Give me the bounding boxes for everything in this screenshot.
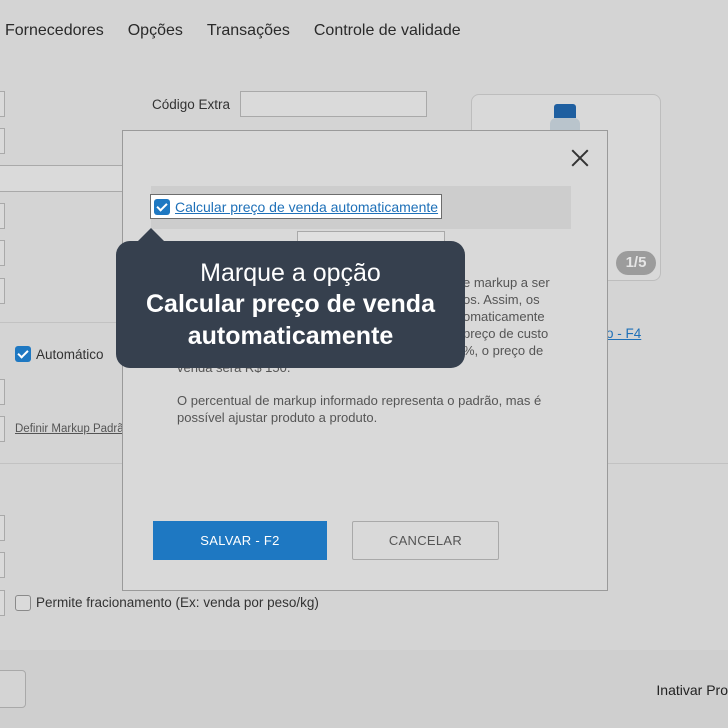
footer-bar <box>0 650 728 728</box>
nav-item-controle-validade[interactable]: Controle de validade <box>314 22 461 40</box>
fracionamento-checkbox[interactable] <box>15 595 31 611</box>
left-input-8[interactable] <box>0 416 5 442</box>
left-input-11[interactable] <box>0 590 5 616</box>
left-input-4[interactable] <box>0 203 5 229</box>
description-line-2: os. Assim, os <box>463 292 540 307</box>
auto-price-label[interactable]: Calcular preço de venda automaticamente <box>175 199 438 215</box>
fracionamento-label: Permite fracionamento (Ex: venda por pes… <box>36 595 319 610</box>
cancel-button[interactable]: CANCELAR <box>352 521 499 560</box>
automatico-label: Automático <box>36 347 104 362</box>
definir-markup-link[interactable]: Definir Markup Padrã <box>15 423 124 435</box>
auto-price-checkbox[interactable] <box>154 198 170 215</box>
automatico-checkbox[interactable] <box>15 346 31 362</box>
inativar-produto-label[interactable]: Inativar Pro <box>656 682 728 698</box>
close-icon[interactable] <box>570 148 590 168</box>
top-navigation: Fornecedores Opções Transações Controle … <box>0 22 480 40</box>
left-input-1[interactable] <box>0 91 5 117</box>
left-input-6[interactable] <box>0 278 5 304</box>
nav-item-transacoes[interactable]: Transações <box>207 22 290 40</box>
instruction-tooltip: Marque a opção Calcular preço de venda a… <box>116 241 465 368</box>
tooltip-line-1: Marque a opção <box>200 259 381 287</box>
bottle-image <box>554 104 576 118</box>
description-line-5: %, o preço de <box>463 343 544 358</box>
description-line-4: preço de custo <box>463 326 549 341</box>
left-input-7[interactable] <box>0 379 5 405</box>
nav-item-fornecedores[interactable]: Fornecedores <box>5 22 104 40</box>
left-input-5[interactable] <box>0 240 5 266</box>
codigo-extra-label: Código Extra <box>152 97 231 112</box>
description-line-3: omaticamente <box>463 309 545 324</box>
divider-1 <box>0 322 125 323</box>
save-button[interactable]: SALVAR - F2 <box>153 521 327 560</box>
image-link[interactable]: o - F4 <box>606 326 641 341</box>
footer-button[interactable] <box>0 670 26 708</box>
left-input-2[interactable] <box>0 128 5 154</box>
markup-note: O percentual de markup informado represe… <box>177 393 542 425</box>
left-input-10[interactable] <box>0 552 5 578</box>
codigo-extra-input[interactable] <box>240 91 427 117</box>
tooltip-line-3: automaticamente <box>187 322 394 350</box>
nav-item-opcoes[interactable]: Opções <box>128 22 183 40</box>
tooltip-line-2: Calcular preço de venda <box>145 290 435 318</box>
left-input-3[interactable] <box>0 165 130 192</box>
tooltip-arrow <box>137 228 165 242</box>
auto-price-option[interactable]: Calcular preço de venda automaticamente <box>150 194 443 219</box>
description-line-1: e markup a ser <box>463 275 550 290</box>
image-counter-badge: 1/5 <box>616 251 656 275</box>
left-input-9[interactable] <box>0 515 5 541</box>
